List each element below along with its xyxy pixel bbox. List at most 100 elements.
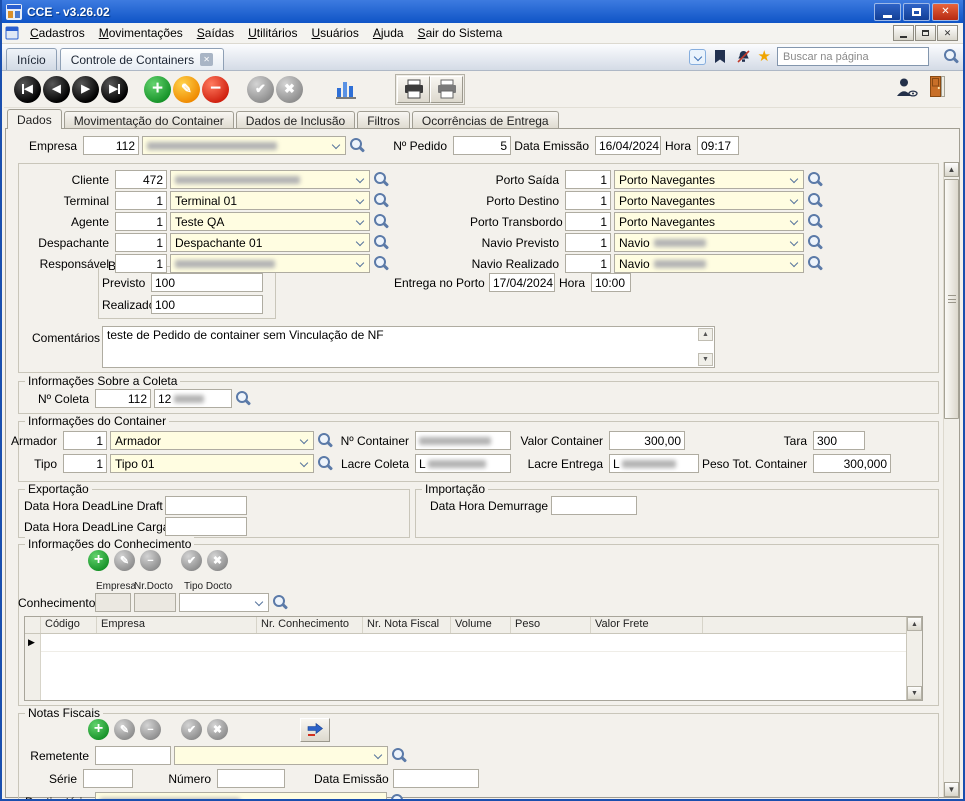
- print-button[interactable]: [397, 76, 430, 103]
- table-rows[interactable]: [41, 634, 906, 700]
- remetente-lookup-icon[interactable]: [391, 747, 407, 764]
- coleta-code-field[interactable]: 112: [95, 389, 151, 408]
- col-nr-conhecimento[interactable]: Nr. Conhecimento: [257, 617, 363, 633]
- maximize-button[interactable]: [903, 3, 930, 21]
- print-preview-button[interactable]: [430, 76, 463, 103]
- menu-cadastros[interactable]: Cadastros: [23, 24, 92, 42]
- search-icon[interactable]: [943, 48, 959, 65]
- armador-code-field[interactable]: 1: [63, 431, 107, 450]
- search-input[interactable]: [777, 47, 929, 66]
- col-nr-nota-fiscal[interactable]: Nr. Nota Fiscal: [363, 617, 451, 633]
- tipo-combo[interactable]: Tipo 01: [110, 454, 314, 473]
- delete-record-button[interactable]: −: [202, 76, 229, 103]
- serie-field[interactable]: [83, 769, 133, 788]
- armador-lookup-icon[interactable]: [317, 432, 333, 449]
- porto-destino-combo[interactable]: Porto Navegantes: [614, 191, 804, 210]
- expand-icon[interactable]: [689, 49, 706, 65]
- form-tab-ocorrencias[interactable]: Ocorrências de Entrega: [412, 111, 559, 129]
- entrega-date-field[interactable]: 17/04/2024: [489, 273, 555, 292]
- user-view-icon[interactable]: [894, 76, 918, 103]
- comentarios-field[interactable]: teste de Pedido de container sem Vincula…: [102, 326, 715, 368]
- nf-emissao-field[interactable]: [393, 769, 479, 788]
- notas-delete-button[interactable]: −: [140, 719, 161, 740]
- menu-sair[interactable]: Sair do Sistema: [411, 24, 510, 42]
- cliente-lookup-icon[interactable]: [373, 171, 389, 188]
- col-valor-frete[interactable]: Valor Frete: [591, 617, 703, 633]
- navio-previsto-lookup-icon[interactable]: [807, 234, 823, 251]
- conhecimento-delete-button[interactable]: −: [140, 550, 161, 571]
- previous-record-button[interactable]: ◀: [43, 76, 70, 103]
- navio-realizado-lookup-icon[interactable]: [807, 255, 823, 272]
- responsavel-combo[interactable]: [170, 254, 370, 273]
- conhecimento-add-button[interactable]: +: [88, 550, 109, 571]
- terminal-code-field[interactable]: 1: [115, 191, 167, 210]
- destinatario-lookup-icon[interactable]: [390, 793, 406, 801]
- valor-container-field[interactable]: 300,00: [609, 431, 685, 450]
- booking-realizado-field[interactable]: 100: [151, 295, 263, 314]
- conhecimento-tipodocto-combo[interactable]: [179, 593, 269, 612]
- vincular-nf-button[interactable]: [300, 718, 330, 742]
- edit-record-button[interactable]: ✎: [173, 76, 200, 103]
- navio-realizado-code-field[interactable]: 1: [565, 254, 611, 273]
- chart-button[interactable]: [333, 76, 359, 102]
- conhecimento-nrdocto-field[interactable]: [134, 593, 176, 612]
- tab-close-icon[interactable]: ✕: [200, 53, 213, 66]
- data-emissao-field[interactable]: 16/04/2024: [595, 136, 661, 155]
- lacre-coleta-field[interactable]: L: [415, 454, 511, 473]
- pedido-field[interactable]: 5: [453, 136, 511, 155]
- navio-previsto-code-field[interactable]: 1: [565, 233, 611, 252]
- navio-realizado-combo[interactable]: Navio: [614, 254, 804, 273]
- next-record-button[interactable]: ▶: [72, 76, 99, 103]
- porto-saida-lookup-icon[interactable]: [807, 171, 823, 188]
- mdi-minimize-button[interactable]: [893, 25, 914, 41]
- porto-transbordo-code-field[interactable]: 1: [565, 212, 611, 231]
- entrega-hora-field[interactable]: 10:00: [591, 273, 631, 292]
- terminal-combo[interactable]: Terminal 01: [170, 191, 370, 210]
- agente-combo[interactable]: Teste QA: [170, 212, 370, 231]
- cliente-combo[interactable]: [170, 170, 370, 189]
- conhecimento-edit-button[interactable]: ✎: [114, 550, 135, 571]
- porto-transbordo-combo[interactable]: Porto Navegantes: [614, 212, 804, 231]
- navio-previsto-combo[interactable]: Navio: [614, 233, 804, 252]
- deadline-draft-field[interactable]: [165, 496, 247, 515]
- scrollbar-thumb[interactable]: [944, 179, 959, 419]
- despachante-lookup-icon[interactable]: [373, 234, 389, 251]
- col-peso[interactable]: Peso: [511, 617, 591, 633]
- coleta-number-field[interactable]: 12: [154, 389, 232, 408]
- remetente-code-field[interactable]: [95, 746, 171, 765]
- col-empresa[interactable]: Empresa: [97, 617, 257, 633]
- table-scroll-up-icon[interactable]: ▲: [907, 617, 922, 631]
- form-tab-movimentacao[interactable]: Movimentação do Container: [64, 111, 234, 129]
- scroll-up-icon[interactable]: ▲: [944, 162, 959, 177]
- table-scroll-down-icon[interactable]: ▼: [907, 686, 922, 700]
- table-scrollbar[interactable]: ▲ ▼: [906, 617, 922, 700]
- responsavel-code-field[interactable]: 1: [115, 254, 167, 273]
- notas-edit-button[interactable]: ✎: [114, 719, 135, 740]
- scroll-down-icon[interactable]: ▼: [944, 782, 959, 797]
- menu-movimentacoes[interactable]: Movimentações: [92, 24, 190, 42]
- conhecimento-cancel-button[interactable]: ✖: [207, 550, 228, 571]
- empresa-combo[interactable]: [142, 136, 346, 155]
- porto-transbordo-lookup-icon[interactable]: [807, 213, 823, 230]
- porto-destino-lookup-icon[interactable]: [807, 192, 823, 209]
- memo-scroll-down-icon[interactable]: ▼: [698, 353, 713, 366]
- mdi-close-button[interactable]: ✕: [937, 25, 958, 41]
- bookmark-icon[interactable]: [712, 49, 729, 65]
- notas-confirm-button[interactable]: ✔: [181, 719, 202, 740]
- tipo-code-field[interactable]: 1: [63, 454, 107, 473]
- lacre-entrega-field[interactable]: L: [609, 454, 699, 473]
- cliente-code-field[interactable]: 472: [115, 170, 167, 189]
- despachante-combo[interactable]: Despachante 01: [170, 233, 370, 252]
- mute-highlight-icon[interactable]: [735, 49, 752, 65]
- menu-usuarios[interactable]: Usuários: [304, 24, 365, 42]
- exit-door-icon[interactable]: [928, 75, 947, 103]
- conhecimento-lookup-icon[interactable]: [272, 594, 288, 611]
- notas-add-button[interactable]: +: [88, 719, 109, 740]
- demurrage-field[interactable]: [551, 496, 637, 515]
- menu-ajuda[interactable]: Ajuda: [366, 24, 411, 42]
- memo-scroll-up-icon[interactable]: ▲: [698, 328, 713, 341]
- agente-lookup-icon[interactable]: [373, 213, 389, 230]
- last-record-button[interactable]: ▶: [101, 76, 128, 103]
- form-tab-dados[interactable]: Dados: [7, 109, 62, 129]
- remetente-combo[interactable]: [174, 746, 388, 765]
